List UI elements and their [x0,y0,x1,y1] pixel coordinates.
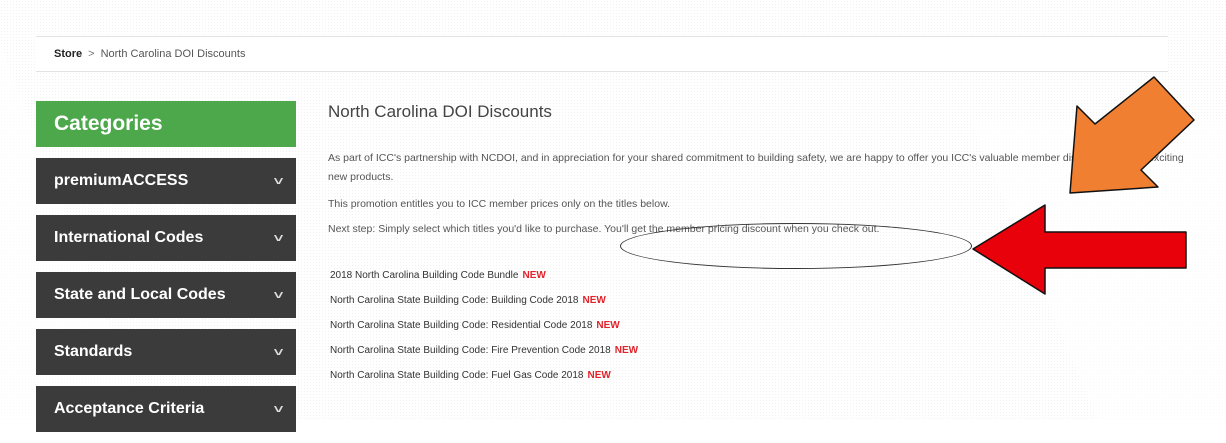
category-label: International Codes [54,229,204,246]
breadcrumb: Store > North Carolina DOI Discounts [36,36,1168,72]
category-label: State and Local Codes [54,286,226,303]
promotion-paragraph: This promotion entitles you to ICC membe… [328,198,670,210]
product-title[interactable]: North Carolina State Building Code: Buil… [330,295,579,306]
chevron-down-icon[interactable]: ˅ [274,174,284,188]
intro-paragraph: As part of ICC's partnership with NCDOI,… [328,152,1184,183]
category-state-and-local-codes[interactable]: State and Local Codes ˅ [36,272,296,318]
product-list: 2018 North Carolina Building Code Bundle… [328,263,1188,388]
product-title[interactable]: North Carolina State Building Code: Fire… [330,345,611,356]
new-badge: NEW [596,320,620,331]
product-link[interactable]: North Carolina State Building Code: Buil… [328,288,1188,313]
highlight-ellipse [620,223,972,269]
category-acceptance-criteria[interactable]: Acceptance Criteria ˅ [36,386,296,432]
product-link[interactable]: North Carolina State Building Code: Resi… [328,313,1188,338]
product-title[interactable]: North Carolina State Building Code: Resi… [330,320,592,331]
breadcrumb-current: North Carolina DOI Discounts [100,48,246,60]
breadcrumb-separator: > [88,48,95,60]
chevron-down-icon[interactable]: ˅ [274,345,284,359]
category-label: Acceptance Criteria [54,400,205,417]
product-link[interactable]: North Carolina State Building Code: Fuel… [328,363,1188,388]
new-badge: NEW [614,345,639,356]
product-title[interactable]: 2018 North Carolina Building Code Bundle [330,270,518,281]
new-badge: NEW [522,270,546,281]
category-label: premiumACCESS [54,172,189,189]
product-title[interactable]: North Carolina State Building Code: Fuel… [330,370,583,381]
new-badge: NEW [587,370,611,381]
category-premiumaccess[interactable]: premiumACCESS ˅ [36,158,296,204]
categories-sidebar: Categories premiumACCESS ˅ International… [36,101,296,443]
chevron-down-icon[interactable]: ˅ [274,288,284,302]
product-link[interactable]: North Carolina State Building Code: Fire… [328,338,1188,363]
chevron-down-icon[interactable]: ˅ [274,231,284,245]
category-label: Standards [54,343,133,360]
page-title: North Carolina DOI Discounts [328,102,552,121]
new-badge: NEW [582,295,606,306]
breadcrumb-store-link[interactable]: Store [54,48,82,60]
chevron-down-icon[interactable]: ˅ [274,402,284,416]
categories-header: Categories [36,101,296,147]
category-standards[interactable]: Standards ˅ [36,329,296,375]
category-international-codes[interactable]: International Codes ˅ [36,215,296,261]
